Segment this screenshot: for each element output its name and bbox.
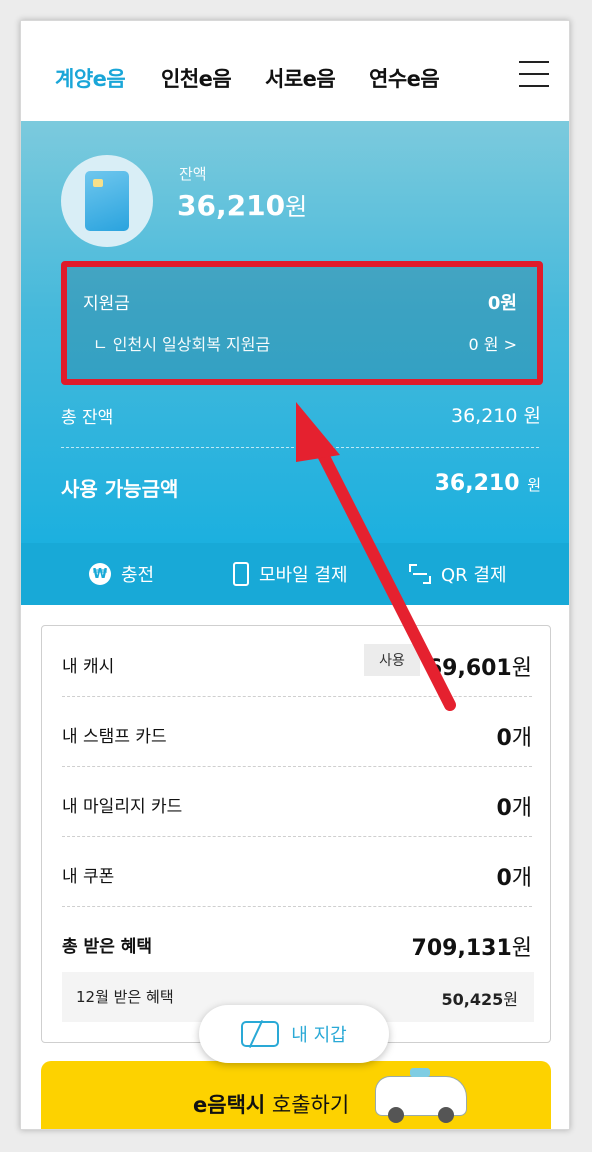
my-wallet-button[interactable]: 내 지갑 xyxy=(199,1005,389,1063)
taxi-banner-text: e음택시 호출하기 xyxy=(193,1093,350,1117)
subsidy-title: 지원금 xyxy=(83,294,130,314)
phone-icon xyxy=(233,562,249,586)
taxi-banner[interactable]: e음택시 호출하기 xyxy=(41,1061,551,1129)
tab-yeonsu[interactable]: 연수e음 xyxy=(369,63,440,93)
total-balance-label: 총 잔액 xyxy=(61,408,114,428)
charge-button[interactable]: ₩ 충전 xyxy=(89,561,154,587)
subsidy-amount: 0원 xyxy=(487,293,517,314)
balance-panel: 잔액 36,210원 지원금 0원 ㄴ 인천시 일상회복 지원금 0 원 > 총… xyxy=(21,121,569,543)
tab-seoro[interactable]: 서로e음 xyxy=(265,63,336,93)
wallet-icon xyxy=(241,1021,280,1047)
divider xyxy=(61,447,539,448)
qr-pay-button[interactable]: QR 결제 xyxy=(409,561,507,587)
use-cash-button[interactable]: 사용 xyxy=(364,644,420,676)
tab-gyeyang[interactable]: 계양e음 xyxy=(55,63,126,93)
app-frame: 계양e음 인천e음 서로e음 연수e음 잔액 36,210원 지원금 0원 ㄴ … xyxy=(20,20,570,1130)
balance-amount: 36,210원 xyxy=(177,189,308,222)
top-nav: 계양e음 인천e음 서로e음 연수e음 xyxy=(21,21,569,121)
card-avatar[interactable] xyxy=(61,155,153,247)
total-balance-value: 36,210 원 xyxy=(450,405,541,427)
card-image-icon xyxy=(85,171,129,231)
subsidy-box: 지원금 0원 ㄴ 인천시 일상회복 지원금 0 원 > xyxy=(61,261,543,385)
benefits-panel: 내 캐시 사용 69,601원 내 스탬프 카드 0개 내 마일리지 카드 0개… xyxy=(41,625,551,1043)
available-label: 사용 가능금액 xyxy=(61,477,179,501)
taxi-car-icon xyxy=(376,1068,466,1123)
subsidy-item-label[interactable]: ㄴ 인천시 일상회복 지원금 xyxy=(93,331,270,355)
qr-icon xyxy=(409,564,431,584)
action-bar: ₩ 충전 모바일 결제 QR 결제 xyxy=(21,543,569,605)
available-amount: 36,210 원 xyxy=(434,471,541,496)
hamburger-menu-icon[interactable] xyxy=(519,61,549,89)
subsidy-item-amount[interactable]: 0 원 > xyxy=(469,331,517,355)
balance-label: 잔액 xyxy=(179,165,207,183)
won-icon: ₩ xyxy=(89,563,111,585)
tab-incheon[interactable]: 인천e음 xyxy=(161,63,232,93)
mobile-pay-button[interactable]: 모바일 결제 xyxy=(233,561,348,587)
